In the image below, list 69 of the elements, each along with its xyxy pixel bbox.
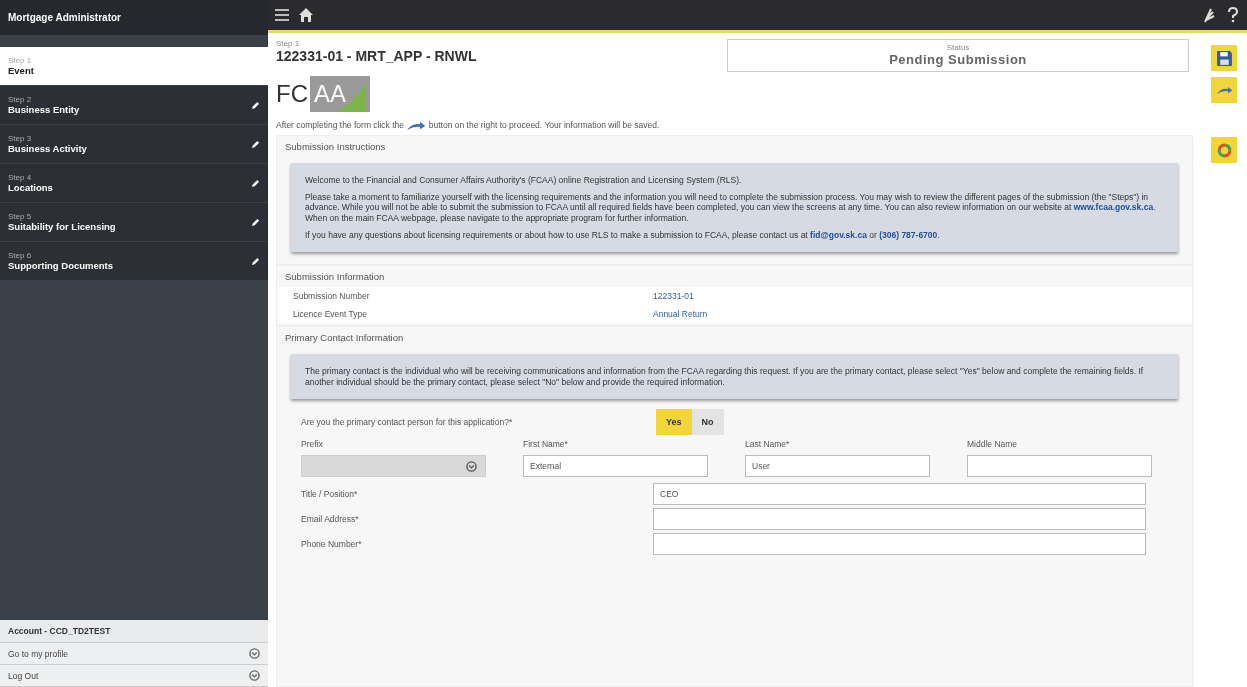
step-item[interactable]: Step 2 Business Entity xyxy=(0,86,268,125)
field-label: First Name* xyxy=(523,439,569,450)
step-label: Suitability for Licensing xyxy=(8,221,117,232)
field-label: Middle Name xyxy=(967,439,1019,450)
step-label: Business Activity xyxy=(8,143,88,154)
field-label: Last Name* xyxy=(745,439,791,450)
status-caption: Status xyxy=(946,43,970,52)
step-item[interactable]: Step 5 Suitability for Licensing xyxy=(0,203,268,242)
step-number: Step 2 xyxy=(8,95,33,104)
info-paragraph: If you have any questions about licensing requirements or about how to use RLS to make a submission to FCAA, please contact us at fid@gov.sk.ca or (306) 787-6700. xyxy=(305,229,941,241)
chevron-circle-icon xyxy=(249,648,260,659)
section-title: Primary Contact Information xyxy=(285,331,405,346)
save-button[interactable] xyxy=(1211,45,1237,71)
step-label: Business Entity xyxy=(8,104,81,115)
step-label: Event xyxy=(8,65,35,76)
help-icon[interactable] xyxy=(1225,7,1241,23)
input-field[interactable]: CEO xyxy=(653,482,1146,505)
input-field[interactable] xyxy=(967,455,1152,478)
field-label: Licence Event Type xyxy=(293,309,369,320)
account-label: Account - CCD_TD2TEST xyxy=(0,620,268,643)
section-title: Submission Information xyxy=(285,270,386,285)
field-label: Submission Number xyxy=(293,291,371,302)
info-paragraph: Please take a moment to familiarize yourself with the licensing requirements and the information you will need to complete the submission process. You may wish to review the different pages of the submission (the "Steps") in advance. While you will not be able to submit the submission to FCAA until all required fields have been completed, you can view the screens at any time. You can also review information on our website at www.fcaa.gov.sk.ca. When on the main FCAA webpage, please navigate to the appropriate program for further information. xyxy=(305,191,1157,224)
account-link[interactable]: Go to my profile xyxy=(0,643,268,665)
status-value: Pending Submission xyxy=(889,52,1027,67)
home-icon[interactable] xyxy=(298,7,314,23)
step-item[interactable]: Step 3 Business Activity xyxy=(0,125,268,164)
menu-icon[interactable] xyxy=(274,7,290,23)
input-field[interactable] xyxy=(653,532,1146,555)
step-number: Step 6 xyxy=(8,251,33,260)
step-item[interactable]: Step 1 Event xyxy=(0,47,268,86)
field-value: 122331-01 xyxy=(653,291,694,302)
link-label: Log Out xyxy=(8,670,39,681)
field-label: Phone Number* xyxy=(301,538,363,549)
toggle-option[interactable]: Yes xyxy=(656,409,692,436)
wheat-icon xyxy=(1201,7,1217,23)
step-number: Step 3 xyxy=(8,134,33,143)
input-field[interactable]: External xyxy=(523,455,708,478)
validate-button[interactable] xyxy=(1211,137,1237,163)
ring-icon xyxy=(1215,141,1233,159)
info-link[interactable]: fid@gov.sk.ca xyxy=(810,229,867,240)
field-label: Title / Position* xyxy=(301,488,359,499)
input-field[interactable] xyxy=(653,507,1146,530)
app-title: Mortgage Administrator xyxy=(0,0,268,35)
arrow-icon xyxy=(406,120,427,131)
step-caption: Step 1 xyxy=(276,39,301,48)
intro-text: After completing the form click the xyxy=(276,120,405,130)
step-number: Step 1 xyxy=(8,56,33,65)
section-title: Submission Instructions xyxy=(285,140,387,155)
chevron-circle-icon xyxy=(249,670,260,681)
field-value: Annual Return xyxy=(653,309,708,320)
link-label: Go to my profile xyxy=(8,648,68,659)
toggle-option[interactable]: No xyxy=(691,409,724,436)
intro-text: button on the right to proceed. Your information will be saved. xyxy=(428,120,660,130)
step-number: Step 5 xyxy=(8,212,33,221)
field-label: Prefix xyxy=(301,439,324,450)
input-field[interactable]: User xyxy=(745,455,930,478)
step-number: Step 4 xyxy=(8,173,33,182)
step-label: Supporting Documents xyxy=(8,260,115,271)
chevron-circle-icon xyxy=(466,460,477,472)
submission-title: 122331-01 - MRT_APP - RNWL xyxy=(276,48,477,64)
field-label: Email Address* xyxy=(301,513,360,524)
next-button[interactable] xyxy=(1211,77,1237,103)
question-label: Are you the primary contact person for this application?* xyxy=(301,417,514,428)
step-item[interactable]: Step 4 Locations xyxy=(0,164,268,203)
info-paragraph: Welcome to the Financial and Consumer Affairs Authority's (FCAA) online Registration and Licensing System (RLS). xyxy=(305,175,743,186)
step-label: Locations xyxy=(8,182,54,193)
info-paragraph: The primary contact is the individual who will be receiving communications and information from the FCAA regarding this request. If you are the primary contact, please select "Yes" below and complete the remaining fields. If another individual should be the primary contact, please select "No" below and provide the required information. xyxy=(305,366,1145,388)
account-link[interactable]: Log Out xyxy=(0,665,268,687)
